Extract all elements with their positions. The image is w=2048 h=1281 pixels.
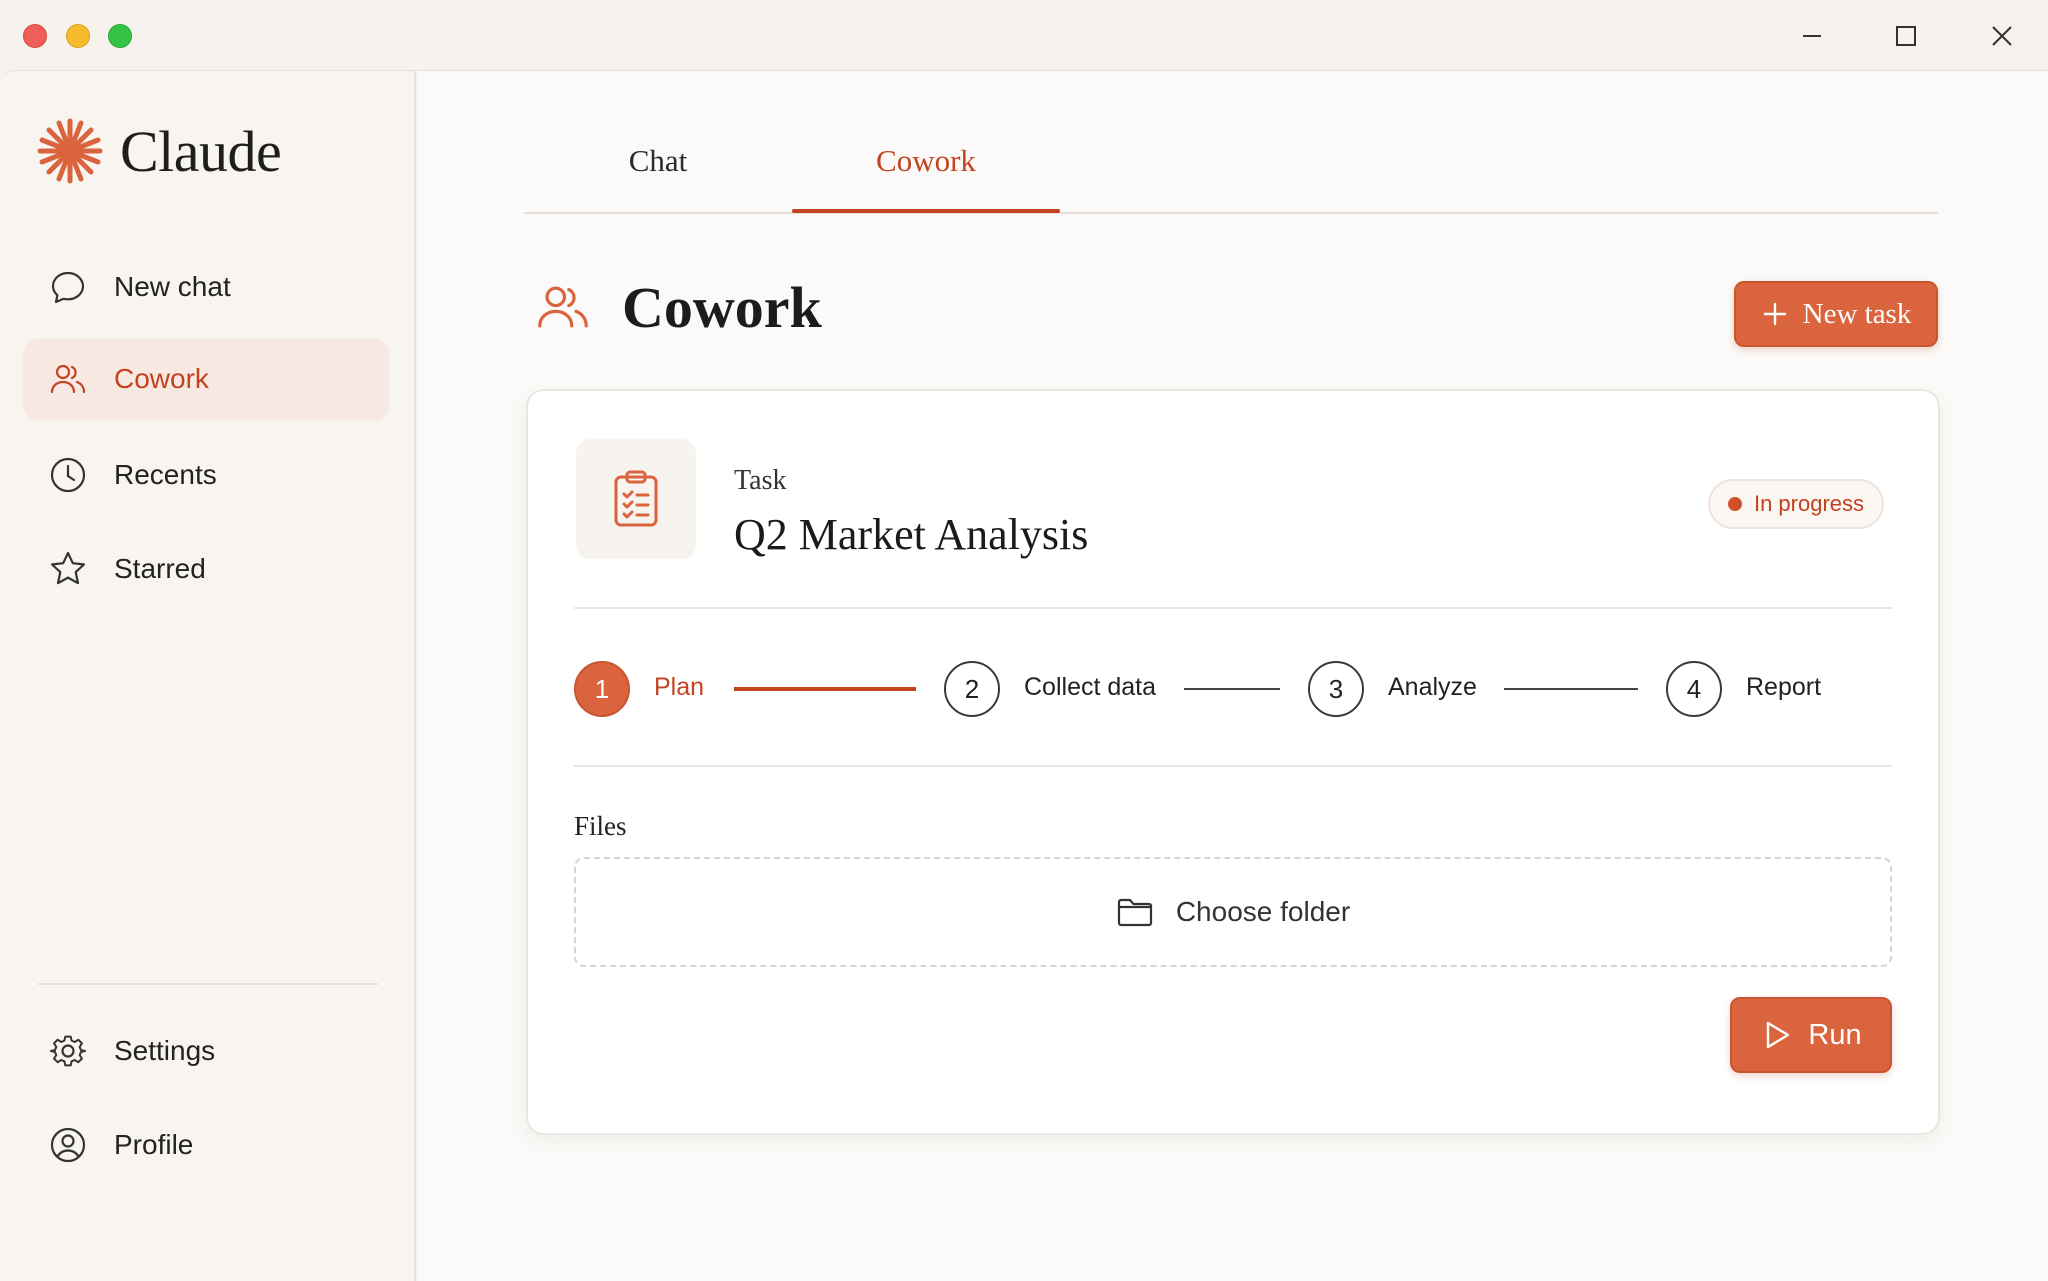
sidebar-item-label: New chat bbox=[114, 271, 231, 302]
sidebar: Claude New chat Cowork Recents Starred S… bbox=[0, 70, 416, 1281]
clipboard-checklist-icon bbox=[614, 470, 658, 527]
user-circle-icon bbox=[48, 1125, 88, 1165]
step-connector bbox=[1504, 688, 1638, 690]
step-4-label[interactable]: Report bbox=[1746, 673, 1821, 702]
page-title: Cowork bbox=[622, 274, 822, 340]
step-4-circle[interactable]: 4 bbox=[1666, 661, 1722, 717]
maximize-icon bbox=[1896, 26, 1916, 46]
sidebar-divider bbox=[38, 983, 378, 985]
sidebar-item-recents[interactable]: Recents bbox=[24, 435, 388, 515]
new-task-button-label: New task bbox=[1802, 297, 1912, 330]
sidebar-item-settings[interactable]: Settings bbox=[24, 1011, 388, 1091]
people-icon bbox=[48, 359, 88, 399]
close-icon bbox=[1992, 26, 2012, 46]
tab-chat[interactable]: Chat bbox=[524, 143, 792, 213]
claude-logo-icon bbox=[37, 118, 103, 184]
choose-folder-dropzone[interactable]: Choose folder bbox=[574, 857, 1892, 967]
sidebar-item-cowork[interactable]: Cowork bbox=[24, 339, 388, 419]
card-divider bbox=[574, 607, 1892, 609]
new-task-button[interactable]: New task bbox=[1734, 281, 1938, 347]
tab-bar: Chat Cowork bbox=[524, 71, 1938, 214]
step-connector bbox=[1184, 688, 1280, 690]
step-2-label[interactable]: Collect data bbox=[1024, 673, 1156, 702]
close-traffic-light[interactable] bbox=[23, 24, 47, 48]
minimize-window-button[interactable] bbox=[1792, 16, 1832, 56]
sidebar-item-label: Settings bbox=[114, 1035, 216, 1066]
step-1-label[interactable]: Plan bbox=[654, 673, 704, 702]
people-icon bbox=[534, 278, 592, 336]
sidebar-item-starred[interactable]: Starred bbox=[24, 529, 388, 609]
chat-bubble-icon bbox=[48, 267, 88, 307]
sidebar-item-profile[interactable]: Profile bbox=[24, 1105, 388, 1185]
tab-cowork[interactable]: Cowork bbox=[792, 143, 1060, 213]
title-bar bbox=[0, 0, 2048, 70]
active-tab-indicator bbox=[792, 209, 1060, 213]
star-icon bbox=[48, 549, 88, 589]
step-1-circle[interactable]: 1 bbox=[574, 661, 630, 717]
main-content: Chat Cowork Cowork New task Task Q2 Mark… bbox=[418, 70, 2048, 1281]
card-divider bbox=[574, 765, 1892, 767]
maximize-window-button[interactable] bbox=[1886, 16, 1926, 56]
plus-icon bbox=[1763, 302, 1786, 326]
sidebar-item-label: Cowork bbox=[114, 363, 209, 394]
app-name: Claude bbox=[120, 118, 282, 184]
run-button-label: Run bbox=[1808, 1018, 1862, 1051]
brand[interactable]: Claude bbox=[34, 111, 282, 191]
sidebar-item-label: Profile bbox=[114, 1129, 194, 1160]
sidebar-item-label: Recents bbox=[114, 459, 217, 490]
status-badge: In progress bbox=[1708, 479, 1884, 529]
folder-icon bbox=[1117, 898, 1152, 927]
run-button[interactable]: Run bbox=[1730, 997, 1892, 1073]
minimize-icon bbox=[1803, 35, 1821, 37]
app-window: Claude New chat Cowork Recents Starred S… bbox=[0, 0, 2048, 1281]
files-label: Files bbox=[574, 811, 627, 841]
choose-folder-label: Choose folder bbox=[1175, 896, 1351, 927]
close-window-button[interactable] bbox=[1982, 16, 2022, 56]
zoom-traffic-light[interactable] bbox=[108, 24, 132, 48]
play-icon bbox=[1767, 1021, 1790, 1049]
status-text: In progress bbox=[1753, 491, 1865, 516]
sidebar-item-label: Starred bbox=[114, 553, 206, 584]
step-3-circle[interactable]: 3 bbox=[1308, 661, 1364, 717]
task-card: Task Q2 Market Analysis In progress 1 Pl… bbox=[526, 389, 1940, 1135]
task-title: Q2 Market Analysis bbox=[734, 510, 1089, 559]
page-header: Cowork bbox=[534, 267, 822, 347]
gear-icon bbox=[48, 1031, 88, 1071]
step-2-circle[interactable]: 2 bbox=[944, 661, 1000, 717]
sidebar-item-new-chat[interactable]: New chat bbox=[24, 247, 388, 327]
status-dot bbox=[1727, 497, 1742, 511]
clock-icon bbox=[48, 455, 88, 495]
minimize-traffic-light[interactable] bbox=[66, 24, 90, 48]
step-connector bbox=[734, 687, 916, 691]
task-kicker: Task bbox=[734, 465, 787, 496]
step-3-label[interactable]: Analyze bbox=[1388, 673, 1477, 702]
task-icon-container bbox=[576, 439, 696, 559]
